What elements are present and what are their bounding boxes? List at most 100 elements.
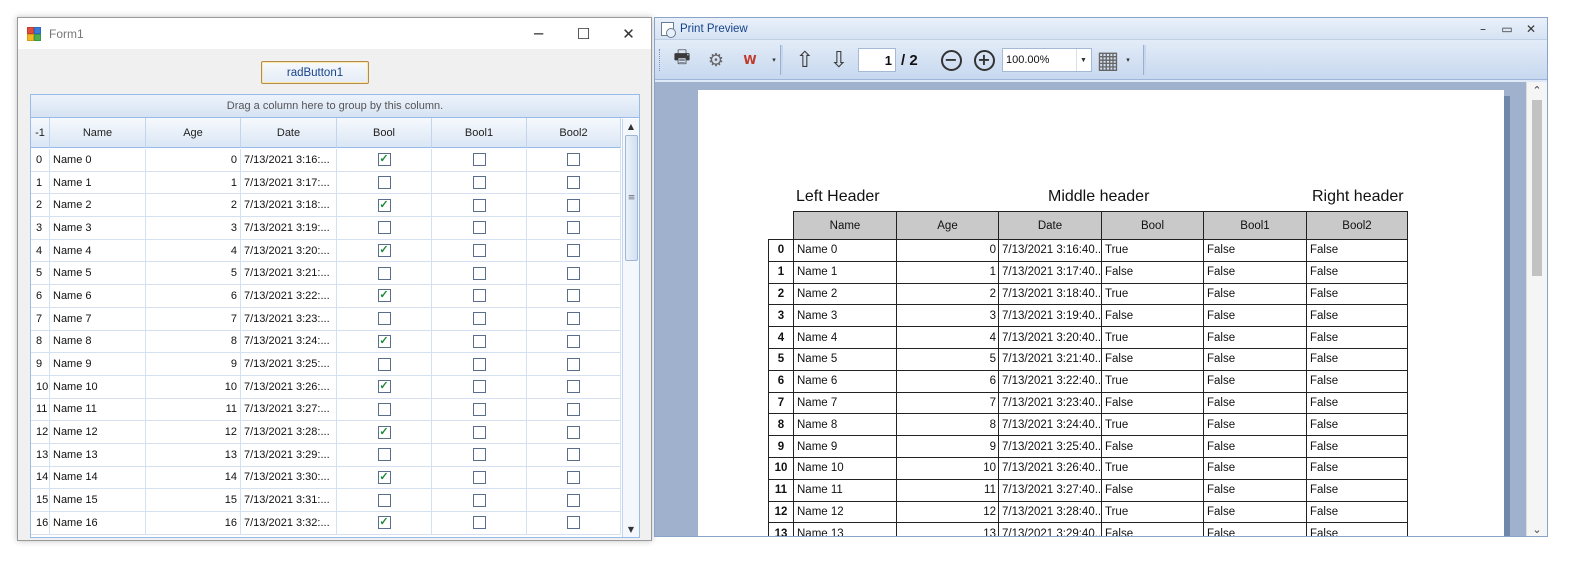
zoom-in-button[interactable]: + — [972, 48, 996, 72]
table-row[interactable]: 8 Name 8 8 7/13/2021 3:24:... ✓ — [31, 330, 622, 354]
preview-area[interactable]: Left Header Middle header Right header N… — [655, 82, 1528, 536]
column-header-bool2[interactable]: Bool2 — [527, 118, 621, 148]
scroll-down-arrow-icon[interactable]: ▼ — [623, 522, 639, 537]
checkbox-unchecked[interactable] — [567, 198, 580, 212]
checkbox-unchecked[interactable] — [377, 221, 391, 235]
date-cell[interactable]: 7/13/2021 3:20:... — [241, 239, 337, 263]
age-cell[interactable]: 8 — [146, 330, 241, 354]
table-row[interactable]: 7 Name 7 7 7/13/2021 3:23:... — [31, 307, 622, 331]
row-number-cell[interactable]: 9 — [31, 353, 50, 376]
toolbar-grip[interactable] — [659, 49, 664, 71]
preview-vertical-scrollbar[interactable]: ⌃ ⌄ — [1526, 82, 1547, 536]
checkbox-unchecked[interactable] — [567, 425, 580, 439]
table-row[interactable]: 2 Name 2 2 7/13/2021 3:18:... ✓ — [31, 194, 622, 218]
row-number-cell[interactable]: 16 — [31, 512, 50, 535]
minimize-icon[interactable]: – — [1471, 18, 1495, 40]
checkbox-unchecked[interactable] — [567, 448, 580, 462]
table-row[interactable]: 0 Name 0 0 7/13/2021 3:16:... ✓ — [31, 149, 622, 172]
checkbox-unchecked[interactable] — [472, 402, 486, 416]
checkbox-unchecked[interactable] — [472, 425, 486, 439]
row-number-cell[interactable]: 15 — [31, 489, 50, 512]
date-cell[interactable]: 7/13/2021 3:17:... — [241, 171, 337, 195]
zoom-dropdown[interactable]: 100.00% ▼ — [1002, 48, 1092, 72]
scroll-thumb[interactable] — [1532, 100, 1542, 276]
chevron-down-icon[interactable]: ▼ — [1076, 49, 1090, 71]
checkbox-unchecked[interactable] — [472, 244, 486, 258]
name-cell[interactable]: Name 1 — [50, 171, 146, 195]
checkbox-unchecked[interactable] — [377, 448, 391, 462]
name-cell[interactable]: Name 15 — [50, 489, 146, 512]
checkbox-unchecked[interactable] — [567, 334, 580, 348]
print-settings-icon[interactable]: ⚙ — [703, 48, 729, 72]
checkbox-unchecked[interactable] — [567, 153, 580, 167]
toolbar-overflow-icon[interactable]: ▾ — [770, 48, 778, 72]
checkbox-unchecked[interactable] — [472, 221, 486, 235]
checkbox-checked[interactable]: ✓ — [377, 289, 391, 303]
checkbox-checked[interactable]: ✓ — [377, 198, 391, 212]
checkbox-unchecked[interactable] — [377, 266, 391, 280]
table-row[interactable]: 5 Name 5 5 7/13/2021 3:21:... — [31, 262, 622, 286]
age-cell[interactable]: 16 — [146, 512, 241, 535]
checkbox-unchecked[interactable] — [377, 402, 391, 416]
page-layout-icon[interactable]: ▦ — [1095, 46, 1121, 74]
checkbox-checked[interactable]: ✓ — [377, 153, 391, 167]
age-cell[interactable]: 10 — [146, 375, 241, 399]
age-cell[interactable]: 4 — [146, 239, 241, 263]
age-cell[interactable]: 3 — [146, 217, 241, 240]
date-cell[interactable]: 7/13/2021 3:23:... — [241, 307, 337, 331]
table-row[interactable]: 1 Name 1 1 7/13/2021 3:17:... — [31, 171, 622, 195]
maximize-icon[interactable]: ☐ — [561, 18, 606, 49]
name-cell[interactable]: Name 3 — [50, 217, 146, 240]
checkbox-unchecked[interactable] — [377, 312, 391, 326]
column-header-bool1[interactable]: Bool1 — [432, 118, 527, 148]
checkbox-unchecked[interactable] — [472, 289, 486, 303]
table-row[interactable]: 16 Name 16 16 7/13/2021 3:32:... ✓ — [31, 512, 622, 535]
previous-page-icon[interactable]: ⇧ — [792, 48, 818, 73]
row-number-cell[interactable]: 11 — [31, 398, 50, 422]
close-icon[interactable]: ✕ — [606, 18, 651, 49]
date-cell[interactable]: 7/13/2021 3:32:... — [241, 512, 337, 535]
checkbox-checked[interactable]: ✓ — [377, 516, 391, 530]
close-icon[interactable]: ✕ — [1519, 18, 1543, 40]
page-number-input[interactable]: 1 — [858, 48, 896, 72]
age-cell[interactable]: 7 — [146, 307, 241, 331]
checkbox-unchecked[interactable] — [567, 357, 580, 371]
table-row[interactable]: 4 Name 4 4 7/13/2021 3:20:... ✓ — [31, 239, 622, 263]
name-cell[interactable]: Name 5 — [50, 262, 146, 286]
maximize-icon[interactable]: ▭ — [1495, 18, 1519, 40]
checkbox-unchecked[interactable] — [567, 493, 580, 507]
column-header-age[interactable]: Age — [146, 118, 241, 148]
row-number-cell[interactable]: 0 — [31, 149, 50, 172]
checkbox-unchecked[interactable] — [472, 266, 486, 280]
row-number-cell[interactable]: 12 — [31, 421, 50, 444]
age-cell[interactable]: 0 — [146, 149, 241, 172]
scroll-up-arrow-icon[interactable]: ▲ — [623, 119, 639, 134]
name-cell[interactable]: Name 4 — [50, 239, 146, 263]
age-cell[interactable]: 6 — [146, 285, 241, 308]
checkbox-unchecked[interactable] — [472, 448, 486, 462]
name-cell[interactable]: Name 16 — [50, 512, 146, 535]
date-cell[interactable]: 7/13/2021 3:19:... — [241, 217, 337, 240]
row-number-cell[interactable]: 13 — [31, 443, 50, 467]
name-cell[interactable]: Name 14 — [50, 466, 146, 490]
name-cell[interactable]: Name 8 — [50, 330, 146, 354]
date-cell[interactable]: 7/13/2021 3:25:... — [241, 353, 337, 376]
age-cell[interactable]: 5 — [146, 262, 241, 286]
column-header-date[interactable]: Date — [241, 118, 337, 148]
row-number-cell[interactable]: 10 — [31, 375, 50, 399]
group-panel[interactable]: Drag a column here to group by this colu… — [31, 95, 639, 118]
checkbox-unchecked[interactable] — [567, 312, 580, 326]
column-header-bool[interactable]: Bool — [337, 118, 432, 148]
checkbox-unchecked[interactable] — [567, 266, 580, 280]
checkbox-unchecked[interactable] — [472, 516, 486, 530]
zoom-out-button[interactable]: − — [939, 48, 963, 72]
checkbox-checked[interactable]: ✓ — [377, 470, 391, 484]
age-cell[interactable]: 15 — [146, 489, 241, 512]
checkbox-unchecked[interactable] — [567, 244, 580, 258]
date-cell[interactable]: 7/13/2021 3:31:... — [241, 489, 337, 512]
date-cell[interactable]: 7/13/2021 3:22:... — [241, 285, 337, 308]
row-number-cell[interactable]: 4 — [31, 239, 50, 263]
row-number-cell[interactable]: 2 — [31, 194, 50, 218]
date-cell[interactable]: 7/13/2021 3:29:... — [241, 443, 337, 467]
name-cell[interactable]: Name 9 — [50, 353, 146, 376]
